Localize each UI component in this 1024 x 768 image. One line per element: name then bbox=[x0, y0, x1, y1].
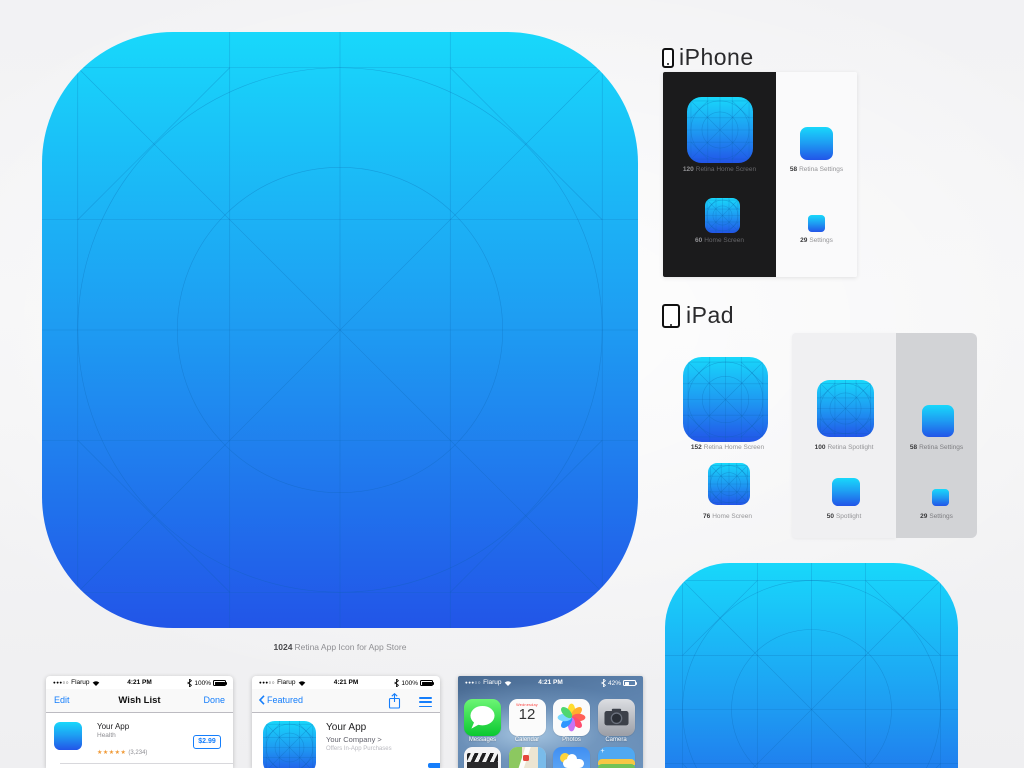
wishlist-mockup-sheet: ●●●○○ Flarup 4:21 PM 100% Edit Wish List… bbox=[46, 676, 233, 768]
back-icon bbox=[259, 695, 265, 705]
icon-100-retina-spotlight bbox=[817, 380, 874, 437]
camera-app-icon[interactable] bbox=[598, 699, 635, 736]
flower-icon bbox=[553, 699, 590, 736]
caption-size-number: 1024 bbox=[274, 642, 293, 652]
passbook-app-icon[interactable]: + bbox=[598, 747, 635, 768]
battery-percent: 42% bbox=[608, 680, 621, 687]
label-152: 152Retina Home Screen bbox=[663, 444, 792, 451]
camera-lens-icon bbox=[598, 699, 635, 736]
wishlist-rating: ★★★★★(3,234) bbox=[97, 741, 147, 759]
star-rating-icon: ★★★★★ bbox=[97, 750, 126, 756]
label-76: 76Home Screen bbox=[663, 513, 792, 520]
app-label-camera: Camera bbox=[593, 737, 639, 743]
photos-app-icon[interactable] bbox=[553, 699, 590, 736]
label-58-ipad: 58Retina Settings bbox=[896, 444, 977, 451]
icon-152-retina-home bbox=[683, 357, 768, 442]
battery-icon bbox=[420, 680, 433, 686]
icon-120-retina-home bbox=[687, 97, 753, 163]
clapperboard-icon bbox=[467, 753, 498, 762]
iphone-card-light-panel bbox=[776, 72, 857, 277]
ipad-section-title: iPad bbox=[686, 302, 734, 329]
route-shield-icon bbox=[523, 755, 529, 761]
maps-app-icon[interactable] bbox=[509, 747, 546, 768]
iphone-sizes-card: 120Retina Home Screen 58Retina Settings … bbox=[663, 72, 857, 277]
price-button[interactable]: $2.99 bbox=[193, 735, 221, 749]
iphone-section-header: iPhone bbox=[662, 44, 754, 71]
featured-app-company[interactable]: Your Company > bbox=[326, 735, 382, 744]
icon-58-retina-settings bbox=[800, 127, 833, 160]
buy-button-partial[interactable] bbox=[428, 763, 440, 768]
master-app-icon-1024 bbox=[42, 32, 638, 628]
bluetooth-icon bbox=[187, 679, 192, 687]
statusbar: ●●●○○ Flarup 4:21 PM 100% bbox=[46, 678, 233, 689]
videos-app-icon[interactable] bbox=[464, 747, 501, 768]
battery-icon bbox=[213, 680, 226, 686]
featured-navbar: Featured bbox=[252, 689, 440, 713]
icon-29-settings bbox=[808, 215, 825, 232]
homescreen-mockup-sheet: ●●●○○ Flarup 4:21 PM 42% Wednesday 12 bbox=[458, 676, 643, 768]
label-120: 120Retina Home Screen bbox=[663, 166, 776, 173]
rating-count: (3,234) bbox=[128, 750, 147, 756]
featured-app-title: Your App bbox=[326, 722, 366, 733]
app-label-calendar: Calendar bbox=[504, 737, 550, 743]
statusbar: ●●●○○ Flarup 4:21 PM 42% bbox=[458, 678, 643, 689]
chat-bubble-icon bbox=[464, 699, 501, 736]
battery-percent: 100% bbox=[194, 680, 211, 687]
messages-app-icon[interactable] bbox=[464, 699, 501, 736]
done-button[interactable]: Done bbox=[203, 695, 225, 705]
back-button[interactable]: Featured bbox=[259, 695, 303, 705]
plus-icon: + bbox=[601, 748, 605, 755]
featured-mockup-sheet: ●●●○○ Flarup 4:21 PM 100% Featured Y bbox=[252, 676, 440, 768]
ipad-device-icon bbox=[662, 304, 680, 328]
icon-58-retina-settings-ipad bbox=[922, 405, 954, 437]
app-label-messages: Messages bbox=[460, 737, 506, 743]
bluetooth-icon bbox=[394, 679, 399, 687]
icon-60-home bbox=[705, 198, 740, 233]
master-icon-caption: 1024Retina App Icon for App Store bbox=[42, 642, 638, 652]
wishlist-navbar: Edit Wish List Done bbox=[46, 689, 233, 713]
label-50: 50Spotlight bbox=[792, 513, 896, 520]
calendar-app-icon[interactable]: Wednesday 12 bbox=[509, 699, 546, 736]
icon-29-settings-ipad bbox=[932, 489, 949, 506]
iphone-device-icon bbox=[662, 48, 674, 68]
weather-app-icon[interactable] bbox=[553, 747, 590, 768]
label-60: 60Home Screen bbox=[663, 237, 776, 244]
wishlist-app-category: Health bbox=[97, 732, 116, 739]
label-29-ipad: 29Settings bbox=[896, 513, 977, 520]
label-29: 29Settings bbox=[776, 237, 857, 244]
app-label-photos: Photos bbox=[549, 737, 595, 743]
statusbar: ●●●○○ Flarup 4:21 PM 100% bbox=[252, 678, 440, 689]
calendar-day: 12 bbox=[509, 707, 546, 723]
bluetooth-icon bbox=[601, 679, 606, 687]
wishlist-app-title: Your App bbox=[97, 722, 129, 731]
share-icon[interactable] bbox=[388, 693, 401, 709]
label-100: 100Retina Spotlight bbox=[792, 444, 896, 451]
cloud-icon bbox=[563, 759, 584, 768]
ipad-sizes-card: 152Retina Home Screen 100Retina Spotligh… bbox=[663, 333, 977, 538]
battery-percent: 100% bbox=[401, 680, 418, 687]
iphone-section-title: iPhone bbox=[679, 44, 754, 71]
icon-50-spotlight bbox=[832, 478, 860, 506]
icon-template-canvas: 1024Retina App Icon for App Store iPhone… bbox=[0, 0, 1024, 768]
icon-76-home bbox=[708, 463, 750, 505]
label-58: 58Retina Settings bbox=[776, 166, 857, 173]
row-separator bbox=[60, 763, 233, 764]
featured-app-offers: Offers In-App Purchases bbox=[326, 746, 392, 752]
featured-app-icon bbox=[263, 721, 316, 768]
secondary-app-icon bbox=[665, 563, 958, 768]
ipad-section-header: iPad bbox=[662, 302, 734, 329]
battery-icon bbox=[623, 680, 636, 686]
caption-text: Retina App Icon for App Store bbox=[294, 642, 406, 652]
menu-icon[interactable] bbox=[419, 697, 432, 707]
wishlist-app-icon bbox=[54, 722, 82, 750]
